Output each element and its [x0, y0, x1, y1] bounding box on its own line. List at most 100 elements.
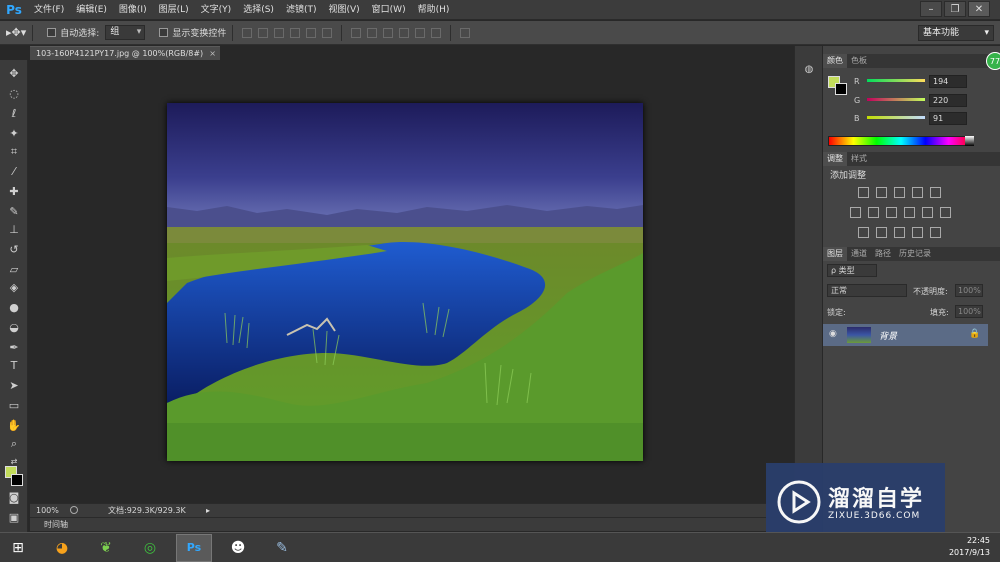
dodge-tool-icon[interactable]: ◒: [6, 320, 22, 336]
browser-icon[interactable]: ◎: [132, 534, 168, 562]
status-info-icon[interactable]: [70, 506, 78, 514]
paint-app-icon[interactable]: ✎: [264, 534, 300, 562]
visibility-eye-icon[interactable]: ◉: [829, 329, 837, 339]
menu-view[interactable]: 视图(V): [322, 0, 365, 20]
tab-adjustments[interactable]: 调整: [823, 152, 847, 166]
show-transform-checkbox[interactable]: [159, 28, 169, 37]
layer-row[interactable]: ◉ 背景 🔒: [823, 324, 988, 346]
menu-layer[interactable]: 图层(L): [153, 0, 195, 20]
restore-button[interactable]: ❐: [944, 1, 966, 17]
quick-mask-icon[interactable]: ◙: [6, 490, 22, 506]
distribute-top-icon[interactable]: [351, 27, 362, 38]
blend-mode-dropdown[interactable]: 正常: [827, 284, 907, 297]
brightness-icon[interactable]: [858, 187, 869, 198]
hue-saturation-icon[interactable]: [850, 207, 861, 218]
align-vcenter-icon[interactable]: [258, 27, 269, 38]
menu-edit[interactable]: 编辑(E): [70, 0, 113, 20]
timeline-panel[interactable]: 时间轴: [30, 517, 792, 531]
move-tool-icon[interactable]: ▸✥▾: [6, 26, 26, 39]
distribute-right-icon[interactable]: [431, 27, 442, 38]
auto-select-dropdown[interactable]: 组: [105, 25, 146, 40]
menu-select[interactable]: 选择(S): [237, 0, 280, 20]
layer-name[interactable]: 背景: [879, 329, 897, 342]
background-color-chip[interactable]: [835, 83, 847, 95]
pen-tool-icon[interactable]: ✒: [6, 340, 22, 356]
hand-tool-icon[interactable]: ✋: [6, 418, 22, 434]
distribute-vcenter-icon[interactable]: [367, 27, 378, 38]
menu-file[interactable]: 文件(F): [28, 0, 70, 20]
brush-tool-icon[interactable]: ✎: [6, 204, 22, 220]
selective-color-icon[interactable]: [912, 227, 923, 238]
eyedropper-icon[interactable]: ⁄: [6, 164, 22, 180]
clone-stamp-icon[interactable]: ⊥: [6, 222, 22, 238]
tab-styles[interactable]: 样式: [847, 152, 871, 166]
vibrance-icon[interactable]: [930, 187, 941, 198]
type-tool-icon[interactable]: T: [6, 358, 22, 374]
menu-window[interactable]: 窗口(W): [366, 0, 412, 20]
rectangle-tool-icon[interactable]: ▭: [6, 398, 22, 414]
align-top-icon[interactable]: [242, 27, 253, 38]
menu-image[interactable]: 图像(I): [113, 0, 153, 20]
status-menu-arrow-icon[interactable]: ▸: [206, 504, 210, 517]
exposure-icon[interactable]: [912, 187, 923, 198]
qq-icon[interactable]: ☻: [220, 534, 256, 562]
distribute-hcenter-icon[interactable]: [415, 27, 426, 38]
document-tab[interactable]: 103-160P4121PY17.jpg @ 100%(RGB/8#) ×: [30, 46, 220, 60]
eraser-icon[interactable]: ▱: [6, 262, 22, 278]
close-button[interactable]: ✕: [968, 1, 990, 17]
auto-align-icon[interactable]: [460, 27, 471, 38]
system-clock[interactable]: 22:45 2017/9/13: [949, 535, 990, 559]
marquee-tool-icon[interactable]: ◌: [6, 86, 22, 102]
b-slider[interactable]: [867, 116, 925, 119]
tab-history[interactable]: 历史记录: [895, 247, 935, 261]
healing-brush-icon[interactable]: ✚: [6, 184, 22, 200]
levels-icon[interactable]: [876, 187, 887, 198]
opacity-field[interactable]: 100%: [955, 284, 983, 297]
color-panel-icon[interactable]: ◍: [801, 62, 817, 78]
photoshop-task-icon[interactable]: Ps: [176, 533, 212, 562]
workspace-dropdown[interactable]: 基本功能: [918, 25, 994, 41]
lasso-tool-icon[interactable]: ℓ: [6, 106, 22, 122]
layer-filter-dropdown[interactable]: ρ 类型: [827, 264, 877, 277]
tab-channels[interactable]: 通道: [847, 247, 871, 261]
distribute-left-icon[interactable]: [399, 27, 410, 38]
g-slider[interactable]: [867, 98, 925, 101]
auto-select-checkbox[interactable]: [47, 28, 57, 37]
color-balance-icon[interactable]: [868, 207, 879, 218]
g-value[interactable]: 220: [929, 94, 967, 107]
posterize-icon[interactable]: [876, 227, 887, 238]
distribute-bottom-icon[interactable]: [383, 27, 394, 38]
paint-bucket-icon[interactable]: ◈: [6, 280, 22, 296]
tab-layers[interactable]: 图层: [823, 247, 847, 261]
tab-swatches[interactable]: 色板: [847, 54, 871, 68]
document-image[interactable]: [167, 103, 643, 461]
r-slider[interactable]: [867, 79, 925, 82]
curves-icon[interactable]: [894, 187, 905, 198]
close-tab-icon[interactable]: ×: [209, 47, 216, 61]
app-icon-colorful[interactable]: ◕: [44, 534, 80, 562]
r-value[interactable]: 194: [929, 75, 967, 88]
gradient-map-icon[interactable]: [930, 227, 941, 238]
crop-tool-icon[interactable]: ⌗: [6, 144, 22, 160]
align-bottom-icon[interactable]: [274, 27, 285, 38]
move-tool-icon[interactable]: ✥: [6, 66, 22, 82]
menu-type[interactable]: 文字(Y): [195, 0, 238, 20]
fill-field[interactable]: 100%: [955, 305, 983, 318]
start-button[interactable]: ⊞: [0, 534, 36, 562]
zoom-tool-icon[interactable]: ⌕: [6, 436, 22, 452]
tab-paths[interactable]: 路径: [871, 247, 895, 261]
zoom-level[interactable]: 100%: [36, 504, 59, 517]
minimize-button[interactable]: –: [920, 1, 942, 17]
invert-icon[interactable]: [858, 227, 869, 238]
photo-filter-icon[interactable]: [904, 207, 915, 218]
screen-mode-icon[interactable]: ▣: [6, 510, 22, 526]
align-left-icon[interactable]: [290, 27, 301, 38]
black-white-icon[interactable]: [886, 207, 897, 218]
color-spectrum-bw[interactable]: [965, 136, 974, 146]
align-hcenter-icon[interactable]: [306, 27, 317, 38]
notification-badge[interactable]: 77: [986, 52, 1000, 70]
b-value[interactable]: 91: [929, 112, 967, 125]
menu-help[interactable]: 帮助(H): [412, 0, 456, 20]
history-brush-icon[interactable]: ↺: [6, 242, 22, 258]
app-icon-leaf[interactable]: ❦: [88, 534, 124, 562]
